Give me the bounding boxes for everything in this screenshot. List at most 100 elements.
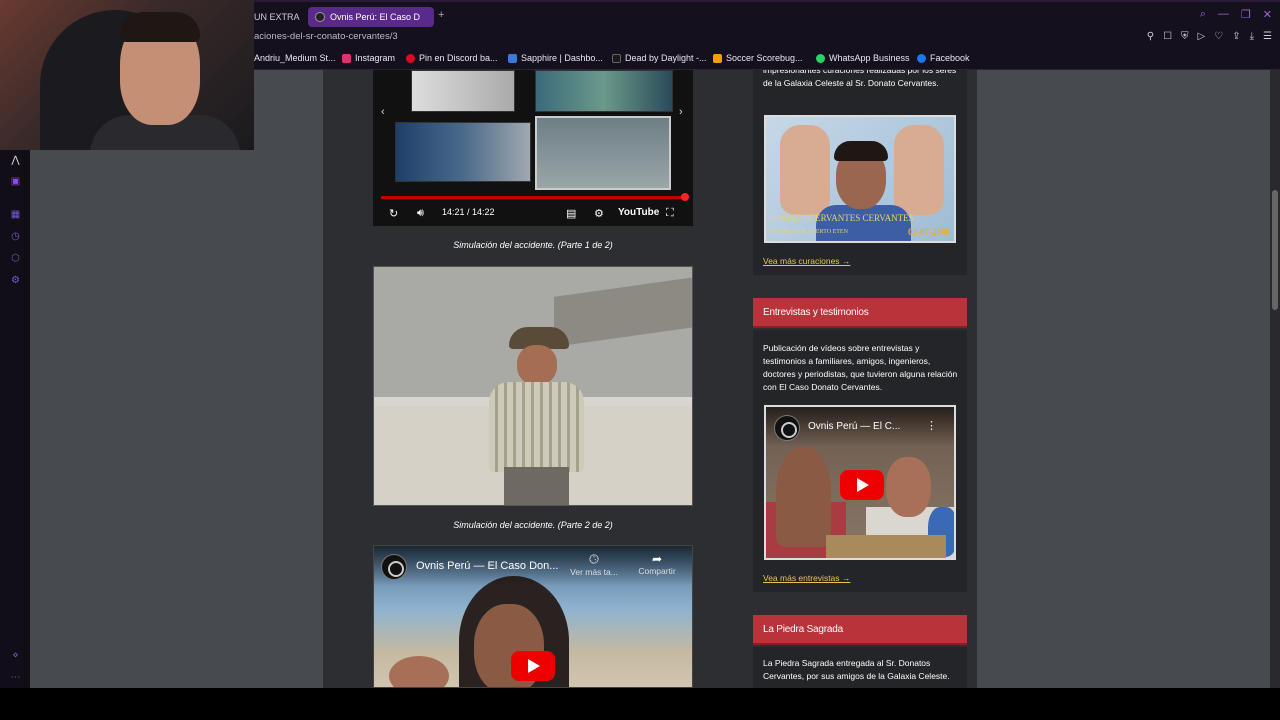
url-field[interactable]: aciones-del-sr-conato-cervantes/3: [254, 31, 398, 42]
youtube-embed-video[interactable]: Ovnis Perú — El Caso Don... 🕓︎ Ver más t…: [373, 545, 693, 688]
fullscreen-icon[interactable]: ⛶: [666, 207, 674, 220]
healings-image-date: 02-07-2008: [908, 227, 950, 237]
tab-un-extra[interactable]: UN EXTRA: [254, 7, 304, 27]
man-shirt: [489, 382, 584, 472]
gallery-next-arrow-icon[interactable]: ›: [679, 106, 683, 118]
new-tab-plus-icon[interactable]: +: [438, 9, 444, 21]
youtube-logo[interactable]: YouTube: [618, 207, 659, 218]
gallery-thumb-2[interactable]: [535, 70, 673, 112]
bookmark-label: Dead by Daylight -...: [625, 53, 707, 63]
bookmark-facebook[interactable]: Facebook: [917, 53, 970, 63]
grid-icon[interactable]: ▦: [10, 209, 21, 220]
tab-ovnis-peru[interactable]: Ovnis Perú: El Caso D: [308, 7, 434, 27]
settings-icon[interactable]: ⚙: [10, 275, 21, 286]
pinterest-icon: [406, 53, 415, 63]
interviewee-face: [776, 447, 831, 547]
tab-favicon-icon: [315, 12, 325, 22]
browser-sidebar: ⋀ ▣ ▦ ◷ ⬡ ⚙ ⋄ ⋯: [0, 70, 30, 690]
interviews-video-title[interactable]: Ovnis Perú — El C...: [808, 421, 900, 432]
settings-gear-icon[interactable]: ⚙: [594, 207, 604, 220]
caption-part-2: Simulación del accidente. (Parte 2 de 2): [453, 520, 613, 530]
gallery-video-player[interactable]: ‹ › ↻ 🔊︎ 14:21 / 14:22 ▤ ⚙ YouTube ⛶: [373, 70, 693, 226]
instagram-icon: [342, 53, 351, 63]
bookmark-label: Instagram: [355, 53, 396, 63]
box-icon[interactable]: ⬡: [10, 253, 21, 264]
bookmark-andriu[interactable]: Andriu_Medium St...: [254, 53, 336, 63]
snapshot-icon[interactable]: ⇪: [1232, 31, 1240, 42]
aria-icon[interactable]: ⋀: [10, 155, 21, 166]
share-arrow-icon: ➦: [651, 552, 663, 566]
download-icon[interactable]: ⤓: [1250, 31, 1254, 42]
channel-avatar-icon[interactable]: [381, 554, 407, 580]
youtube-embed-title[interactable]: Ovnis Perú — El Caso Don...: [416, 560, 558, 572]
bookmark-pin-discord[interactable]: Pin en Discord ba...: [406, 53, 498, 63]
menu-icon[interactable]: ☰: [1263, 31, 1272, 42]
shield-icon[interactable]: ⛨: [1181, 31, 1189, 42]
table: [826, 535, 946, 558]
healings-text: impresionantes curaciones realizadas por…: [763, 70, 957, 88]
bookmark-icon[interactable]: ☐: [1163, 31, 1172, 42]
interviews-youtube-embed[interactable]: Ovnis Perú — El C... ⋮: [764, 405, 956, 560]
more-interviews-link[interactable]: Vea más entrevistas →: [763, 573, 850, 583]
man-pants: [504, 467, 569, 505]
channel-avatar-icon[interactable]: [774, 415, 800, 441]
sapphire-icon: [508, 53, 517, 63]
video-progress-bar[interactable]: [381, 196, 687, 199]
sacred-stone-header: La Piedra Sagrada: [753, 615, 967, 645]
interviewer-face: [886, 457, 931, 517]
video-time: 14:21 / 14:22: [442, 207, 495, 217]
replay-icon[interactable]: ↻: [389, 207, 398, 220]
watch-later-label: Ver más ta...: [570, 567, 618, 577]
bookmark-instagram[interactable]: Instagram: [342, 53, 395, 63]
bottom-black-bar: [0, 688, 1280, 720]
bookmark-label: Facebook: [930, 53, 970, 63]
man-shirt: [816, 205, 911, 241]
twitch-icon[interactable]: ▣: [10, 176, 21, 187]
page-scrollbar[interactable]: [1270, 70, 1280, 688]
gallery-prev-arrow-icon[interactable]: ‹: [381, 106, 385, 118]
search-icon[interactable]: ⌕: [1200, 8, 1206, 21]
gx-icon[interactable]: ⋄: [10, 650, 21, 661]
minimize-icon[interactable]: —: [1218, 8, 1229, 21]
scrollbar-thumb[interactable]: [1272, 190, 1278, 310]
dbd-icon: [612, 53, 621, 63]
bookmark-soccer-scorebug[interactable]: Soccer Scorebug...: [713, 53, 803, 63]
close-icon[interactable]: ✕: [1263, 8, 1272, 21]
caption-part-1: Simulación del accidente. (Parte 1 de 2): [453, 240, 613, 250]
healings-image-subcaption: DISTRITO DE PUERTO ETEN: [770, 229, 848, 235]
subtitles-icon[interactable]: ▤: [566, 207, 576, 220]
gallery-thumb-3[interactable]: [395, 122, 531, 182]
bookmark-label: WhatsApp Business: [829, 53, 910, 63]
web-page: ‹ › ↻ 🔊︎ 14:21 / 14:22 ▤ ⚙ YouTube ⛶ Sim…: [30, 70, 1270, 688]
bookmark-sapphire[interactable]: Sapphire | Dashbo...: [508, 53, 603, 63]
streamer-hair: [120, 12, 200, 42]
heart-icon[interactable]: ♡: [1214, 31, 1223, 42]
volume-icon[interactable]: 🔊︎: [417, 207, 424, 220]
window-controls: ⌕ — ❐ ✕: [1200, 8, 1272, 21]
bookmark-dead-by-daylight[interactable]: Dead by Daylight -...: [612, 53, 707, 63]
interviews-play-button[interactable]: [840, 470, 884, 500]
maximize-icon[interactable]: ❐: [1241, 8, 1251, 21]
watch-later-button[interactable]: 🕓︎ Ver más ta...: [566, 552, 622, 577]
share-button[interactable]: ➦ Compartir: [632, 552, 682, 576]
youtube-play-button[interactable]: [511, 651, 555, 681]
history-clock-icon[interactable]: ◷: [10, 231, 21, 242]
play-icon[interactable]: ▷: [1198, 31, 1206, 42]
healings-image[interactable]: DONATO CERVANTES CERVANTES DISTRITO DE P…: [764, 115, 956, 243]
more-options-icon[interactable]: ⋮: [926, 419, 937, 432]
video-simulation-part-2[interactable]: [373, 266, 693, 506]
video-progress-handle[interactable]: [681, 193, 689, 201]
interviews-embed-header: Ovnis Perú — El C... ⋮: [766, 407, 954, 447]
bookmark-whatsapp-business[interactable]: WhatsApp Business: [816, 53, 910, 63]
pin-icon[interactable]: ⚲: [1147, 31, 1154, 42]
more-icon[interactable]: ⋯: [10, 672, 21, 683]
bookmark-label: Soccer Scorebug...: [726, 53, 803, 63]
browser-toolbar: ⚲ ☐ ⛨ ▷ ♡ ⇪ ⤓ ☰: [1147, 31, 1272, 42]
more-healings-link[interactable]: Vea más curaciones →: [763, 256, 850, 266]
gallery-thumb-1[interactable]: [411, 70, 515, 112]
bookmark-label: Andriu_Medium St...: [254, 53, 336, 63]
right-hand: [894, 125, 944, 215]
gallery-thumb-4[interactable]: [535, 116, 671, 190]
video-controls: ↻ 🔊︎ 14:21 / 14:22 ▤ ⚙ YouTube ⛶: [373, 202, 693, 226]
bookmark-label: Pin en Discord ba...: [419, 53, 498, 63]
